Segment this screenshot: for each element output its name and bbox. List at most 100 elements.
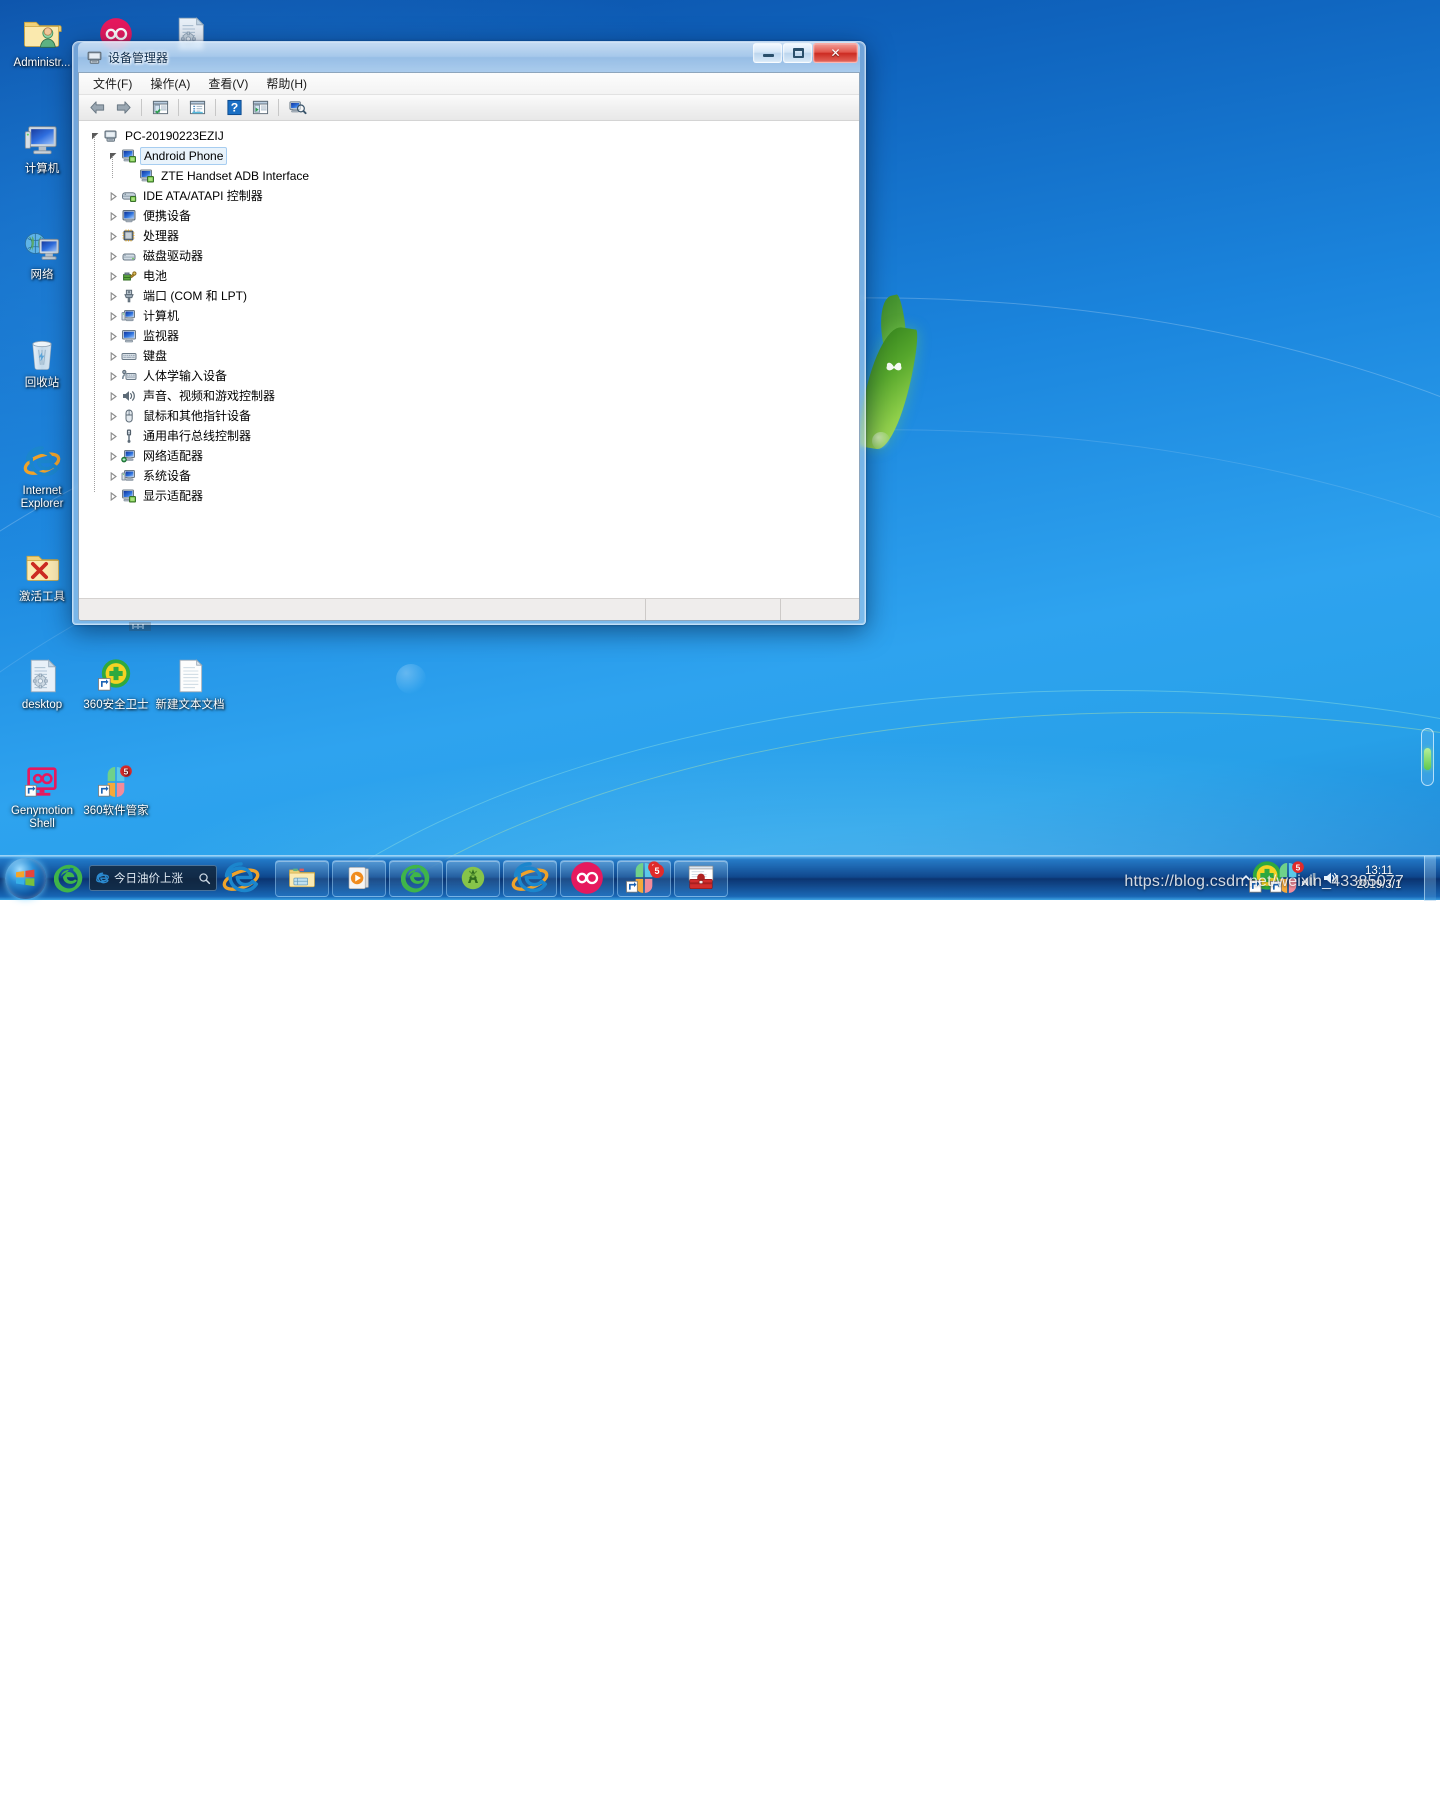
tree-expander-collapsed[interactable] [105, 366, 121, 386]
update-driver-button[interactable] [248, 97, 272, 119]
tree-item-人体学输入设备[interactable]: 人体学输入设备 [79, 366, 859, 386]
tree-item-root[interactable]: PC-20190223EZIJ [79, 126, 859, 146]
forward-button[interactable] [111, 97, 135, 119]
toolbar[interactable]: ? [79, 95, 859, 121]
tree-expander-collapsed[interactable] [105, 266, 121, 286]
quicklaunch-360-browser[interactable] [53, 860, 85, 896]
menu-view[interactable]: 查看(V) [199, 73, 257, 94]
show-hide-console-tree-button[interactable] [148, 97, 172, 119]
network-adapter-icon [121, 448, 137, 464]
task-360-software-manager[interactable]: 55 [617, 860, 671, 897]
menu-file[interactable]: 文件(F) [84, 73, 141, 94]
window-controls: ✕ [753, 43, 858, 63]
tree-expander-collapsed[interactable] [105, 306, 121, 326]
window-titlebar[interactable]: 设备管理器 ✕ [78, 42, 860, 72]
desktop-icon-Internet Explorer[interactable]: Internet Explorer [4, 434, 80, 511]
show-desktop-button[interactable] [1424, 856, 1436, 901]
tray-360-manager[interactable]: 5 [1280, 870, 1296, 886]
taskbar[interactable]: 今日油价上涨 55 5 13:11 2019/3/1 [0, 855, 1440, 900]
tree-expander-collapsed[interactable] [105, 406, 121, 426]
tree-expander-collapsed[interactable] [105, 326, 121, 346]
desktop-icon-新建文本文档[interactable]: 新建文本文档 [152, 648, 228, 712]
scan-hardware-changes-button[interactable] [285, 97, 309, 119]
desktop-icon-360安全卫士[interactable]: 360安全卫士 [78, 648, 154, 712]
device-manager-window[interactable]: 设备管理器 ✕ 文件(F)操作(A)查看(V)帮助(H) ? PC-201902… [72, 41, 866, 625]
quick-launch-bar-2[interactable] [225, 860, 257, 896]
tree-item-键盘[interactable]: 键盘 [79, 346, 859, 366]
task-360-browser[interactable] [389, 860, 443, 897]
task-media-player[interactable] [332, 860, 386, 897]
tree-item-声音、视频和游戏控制器[interactable]: 声音、视频和游戏控制器 [79, 386, 859, 406]
desktop-icon-desktop[interactable]: desktop [4, 648, 80, 712]
tree-item-端口 (COM 和 LPT)[interactable]: 端口 (COM 和 LPT) [79, 286, 859, 306]
tree-item-监视器[interactable]: 监视器 [79, 326, 859, 346]
task-internet-explorer[interactable] [503, 860, 557, 897]
tree-expander-collapsed[interactable] [105, 486, 121, 506]
tree-item-显示适配器[interactable]: 显示适配器 [79, 486, 859, 506]
taskbar-task-buttons[interactable]: 55 [275, 860, 728, 897]
search-icon[interactable] [198, 872, 211, 885]
tray-network[interactable] [1301, 870, 1317, 886]
search-input[interactable]: 今日油价上涨 [89, 865, 217, 891]
desktop-icon-360软件管家[interactable]: 5360软件管家 [78, 754, 154, 818]
desktop-icon-网络[interactable]: 网络 [4, 218, 80, 282]
minimize-button[interactable] [753, 43, 782, 63]
tree-item-鼠标和其他指针设备[interactable]: 鼠标和其他指针设备 [79, 406, 859, 426]
task-windows-explorer[interactable] [275, 860, 329, 897]
menu-help[interactable]: 帮助(H) [257, 73, 316, 94]
tree-expander-collapsed[interactable] [105, 186, 121, 206]
tree-item-处理器[interactable]: 处理器 [79, 226, 859, 246]
desktop-icon-Genymotion Shell[interactable]: Genymotion Shell [4, 754, 80, 831]
quick-launch-bar[interactable] [53, 860, 85, 896]
tree-item-Android Phone[interactable]: Android Phone [79, 146, 859, 166]
tree-item-label: 通用串行总线控制器 [141, 428, 253, 444]
close-button[interactable]: ✕ [813, 43, 858, 63]
status-panel-2 [646, 599, 781, 620]
tree-item-ZTE Handset ADB Interface[interactable]: ZTE Handset ADB Interface [79, 166, 859, 186]
desktop-icon-激活工具[interactable]: 激活工具 [4, 540, 80, 604]
desktop-icon-计算机[interactable]: 计算机 [4, 112, 80, 176]
tree-expander-collapsed[interactable] [105, 206, 121, 226]
help-button[interactable]: ? [222, 97, 246, 119]
task-toolbox[interactable] [674, 860, 728, 897]
tree-expander-collapsed[interactable] [105, 226, 121, 246]
tree-item-IDE ATA/ATAPI 控制器[interactable]: IDE ATA/ATAPI 控制器 [79, 186, 859, 206]
desktop[interactable]: Administr...计算机网络回收站Internet Explorer激活工… [0, 0, 1440, 900]
task-genymotion[interactable] [560, 860, 614, 897]
tree-expander-collapsed[interactable] [105, 346, 121, 366]
tree-item-电池[interactable]: 电池 [79, 266, 859, 286]
desktop-icon-label: 计算机 [4, 163, 80, 176]
tree-item-系统设备[interactable]: 系统设备 [79, 466, 859, 486]
tree-item-计算机[interactable]: 计算机 [79, 306, 859, 326]
window-resize-grip[interactable] [129, 622, 151, 631]
task-android-studio[interactable] [446, 860, 500, 897]
start-button[interactable] [1, 857, 49, 900]
tree-item-便携设备[interactable]: 便携设备 [79, 206, 859, 226]
back-button[interactable] [85, 97, 109, 119]
tree-expander-expanded[interactable] [105, 146, 121, 166]
menu-bar[interactable]: 文件(F)操作(A)查看(V)帮助(H) [79, 73, 859, 95]
tree-expander-collapsed[interactable] [105, 246, 121, 266]
text-document-icon [152, 648, 228, 696]
tree-expander-collapsed[interactable] [105, 426, 121, 446]
tree-item-网络适配器[interactable]: 网络适配器 [79, 446, 859, 466]
desktop-icon-label: 360安全卫士 [78, 699, 154, 712]
desktop-icon-回收站[interactable]: 回收站 [4, 326, 80, 390]
tree-expander-expanded[interactable] [87, 126, 103, 146]
device-tree[interactable]: PC-20190223EZIJAndroid PhoneZTE Handset … [79, 121, 859, 598]
menu-action[interactable]: 操作(A) [141, 73, 199, 94]
maximize-button[interactable] [783, 43, 812, 63]
tray-volume[interactable] [1322, 870, 1338, 886]
tree-connector-line-2 [112, 156, 113, 178]
system-tray[interactable]: 5 13:11 2019/3/1 [1238, 856, 1440, 901]
desktop-icon-Administr...[interactable]: Administr... [4, 6, 80, 70]
tree-item-磁盘驱动器[interactable]: 磁盘驱动器 [79, 246, 859, 266]
quicklaunch-internet-explorer[interactable] [225, 860, 257, 896]
properties-button[interactable] [185, 97, 209, 119]
tree-expander-collapsed[interactable] [105, 466, 121, 486]
tree-expander-collapsed[interactable] [105, 446, 121, 466]
taskbar-clock[interactable]: 13:11 2019/3/1 [1343, 864, 1415, 892]
tree-item-通用串行总线控制器[interactable]: 通用串行总线控制器 [79, 426, 859, 446]
tree-expander-collapsed[interactable] [105, 286, 121, 306]
tree-expander-collapsed[interactable] [105, 386, 121, 406]
